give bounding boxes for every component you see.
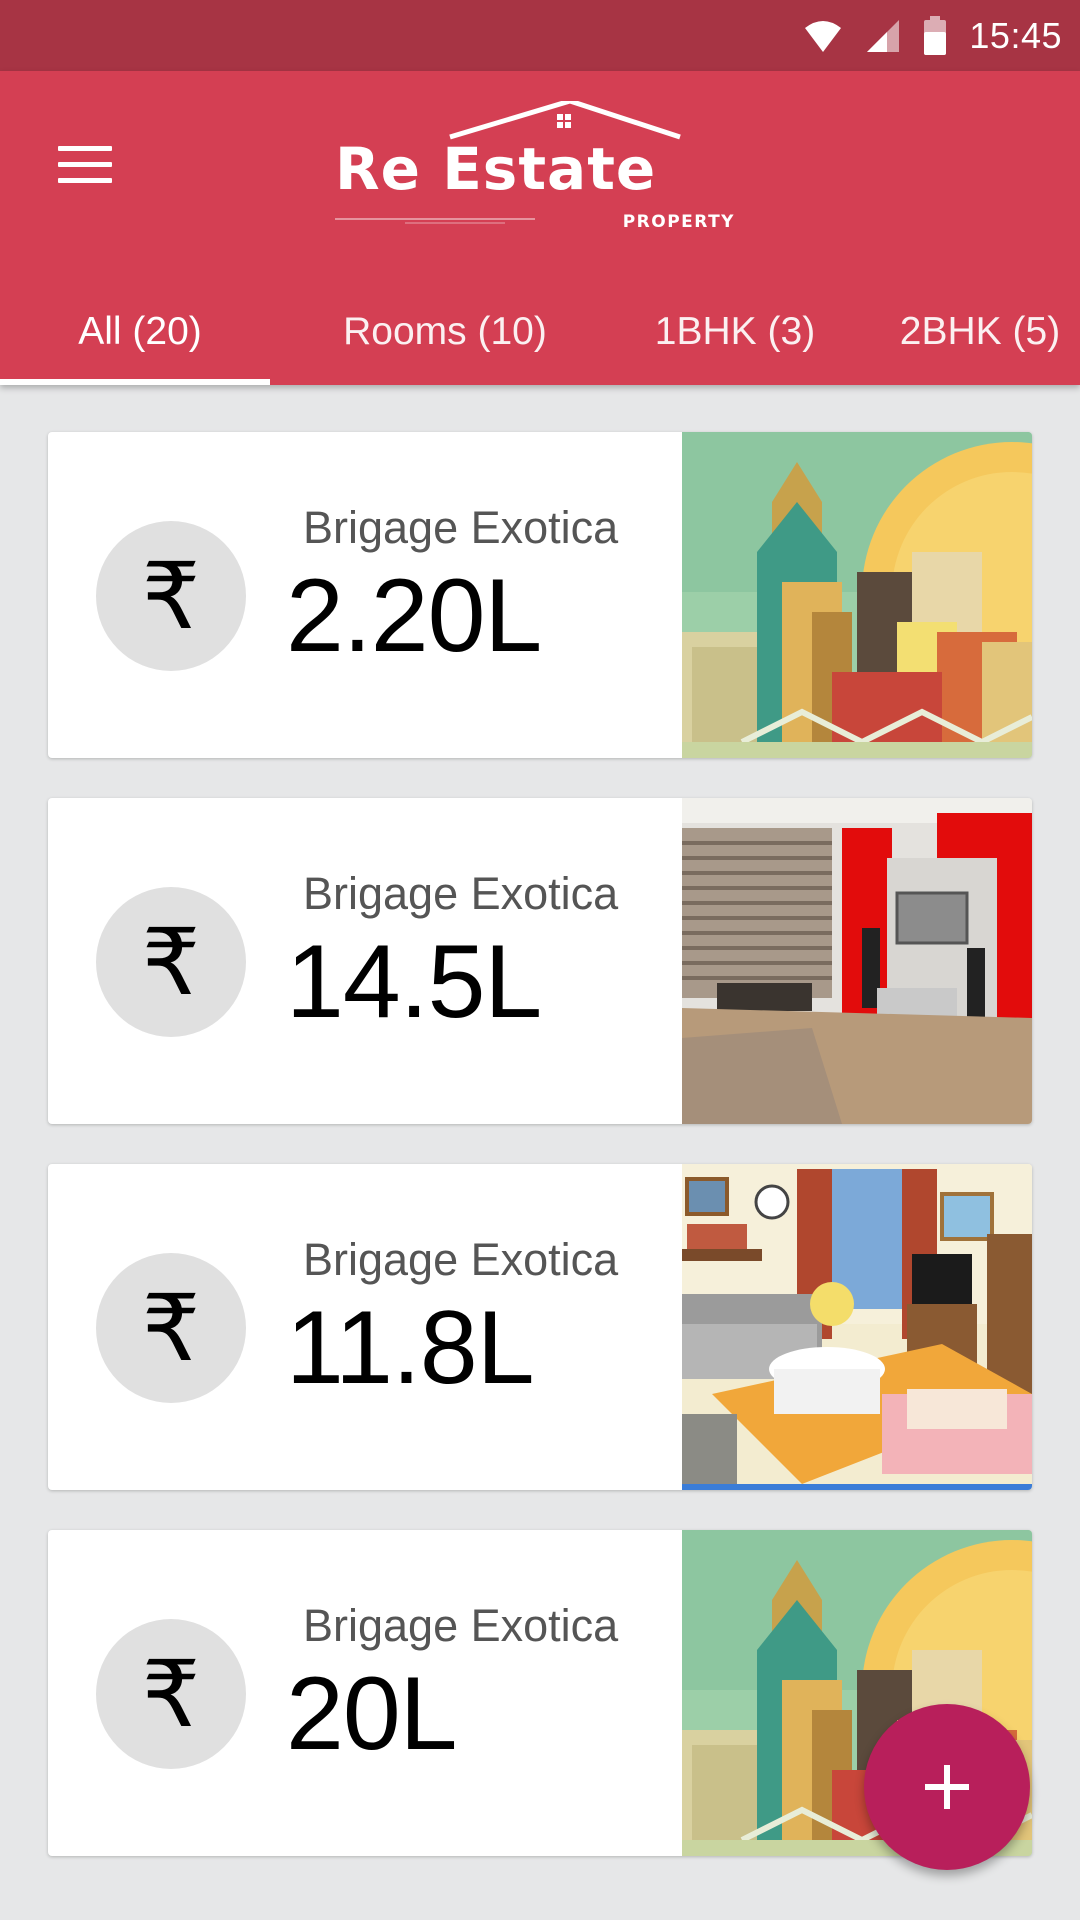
app-bar: Re Estate PROPERTY All (20) Rooms (10) 1… — [0, 71, 1080, 385]
listing-price: 20L — [286, 1656, 458, 1772]
tab-1bhk[interactable]: 1BHK (3) — [630, 278, 840, 385]
logo-subtitle: PROPERTY — [622, 212, 735, 232]
app-logo: Re Estate PROPERTY — [335, 101, 745, 232]
tab-2bhk[interactable]: 2BHK (5) — [880, 278, 1080, 385]
logo-text: Re Estate — [335, 135, 657, 203]
listing-title: Brigage Exotica — [303, 1600, 619, 1651]
tab-label: All (20) — [78, 309, 202, 353]
rupee-icon: ₹ — [96, 1253, 246, 1403]
add-listing-button[interactable] — [864, 1704, 1030, 1870]
menu-button[interactable] — [58, 126, 134, 202]
menu-icon-line — [58, 145, 112, 151]
rupee-icon: ₹ — [96, 887, 246, 1037]
listing-price: 2.20L — [286, 558, 542, 674]
listing-price: 11.8L — [286, 1290, 535, 1406]
tab-rooms[interactable]: Rooms (10) — [315, 278, 575, 385]
battery-icon — [924, 16, 947, 55]
listing-title: Brigage Exotica — [303, 1234, 619, 1285]
listing-price: 14.5L — [286, 924, 542, 1040]
cartoon-room-image — [682, 1164, 1032, 1490]
plus-icon — [925, 1765, 969, 1809]
category-tabs: All (20) Rooms (10) 1BHK (3) 2BHK (5) — [0, 278, 1080, 385]
signal-icon — [867, 20, 900, 52]
status-icons: 15:45 — [803, 14, 1062, 58]
menu-icon-line — [58, 177, 112, 183]
tab-label: Rooms (10) — [343, 309, 547, 353]
rupee-icon: ₹ — [96, 521, 246, 671]
living-room-image — [682, 798, 1032, 1124]
menu-icon-line — [58, 161, 112, 167]
tab-label: 2BHK (5) — [899, 309, 1061, 353]
tab-indicator — [0, 379, 270, 385]
listing-card[interactable]: ₹ Brigage Exotica 14.5L — [48, 798, 1032, 1124]
tab-all[interactable]: All (20) — [0, 278, 280, 385]
tab-label: 1BHK (3) — [654, 309, 816, 353]
city-skyline-image — [682, 432, 1032, 758]
listing-card[interactable]: ₹ Brigage Exotica 2.20L — [48, 432, 1032, 758]
listing-title: Brigage Exotica — [303, 502, 619, 553]
listing-card[interactable]: ₹ Brigage Exotica 11.8L — [48, 1164, 1032, 1490]
listing-title: Brigage Exotica — [303, 868, 619, 919]
status-bar: 15:45 — [0, 0, 1080, 71]
rupee-icon: ₹ — [96, 1619, 246, 1769]
status-time: 15:45 — [969, 15, 1062, 56]
wifi-icon — [805, 21, 842, 52]
